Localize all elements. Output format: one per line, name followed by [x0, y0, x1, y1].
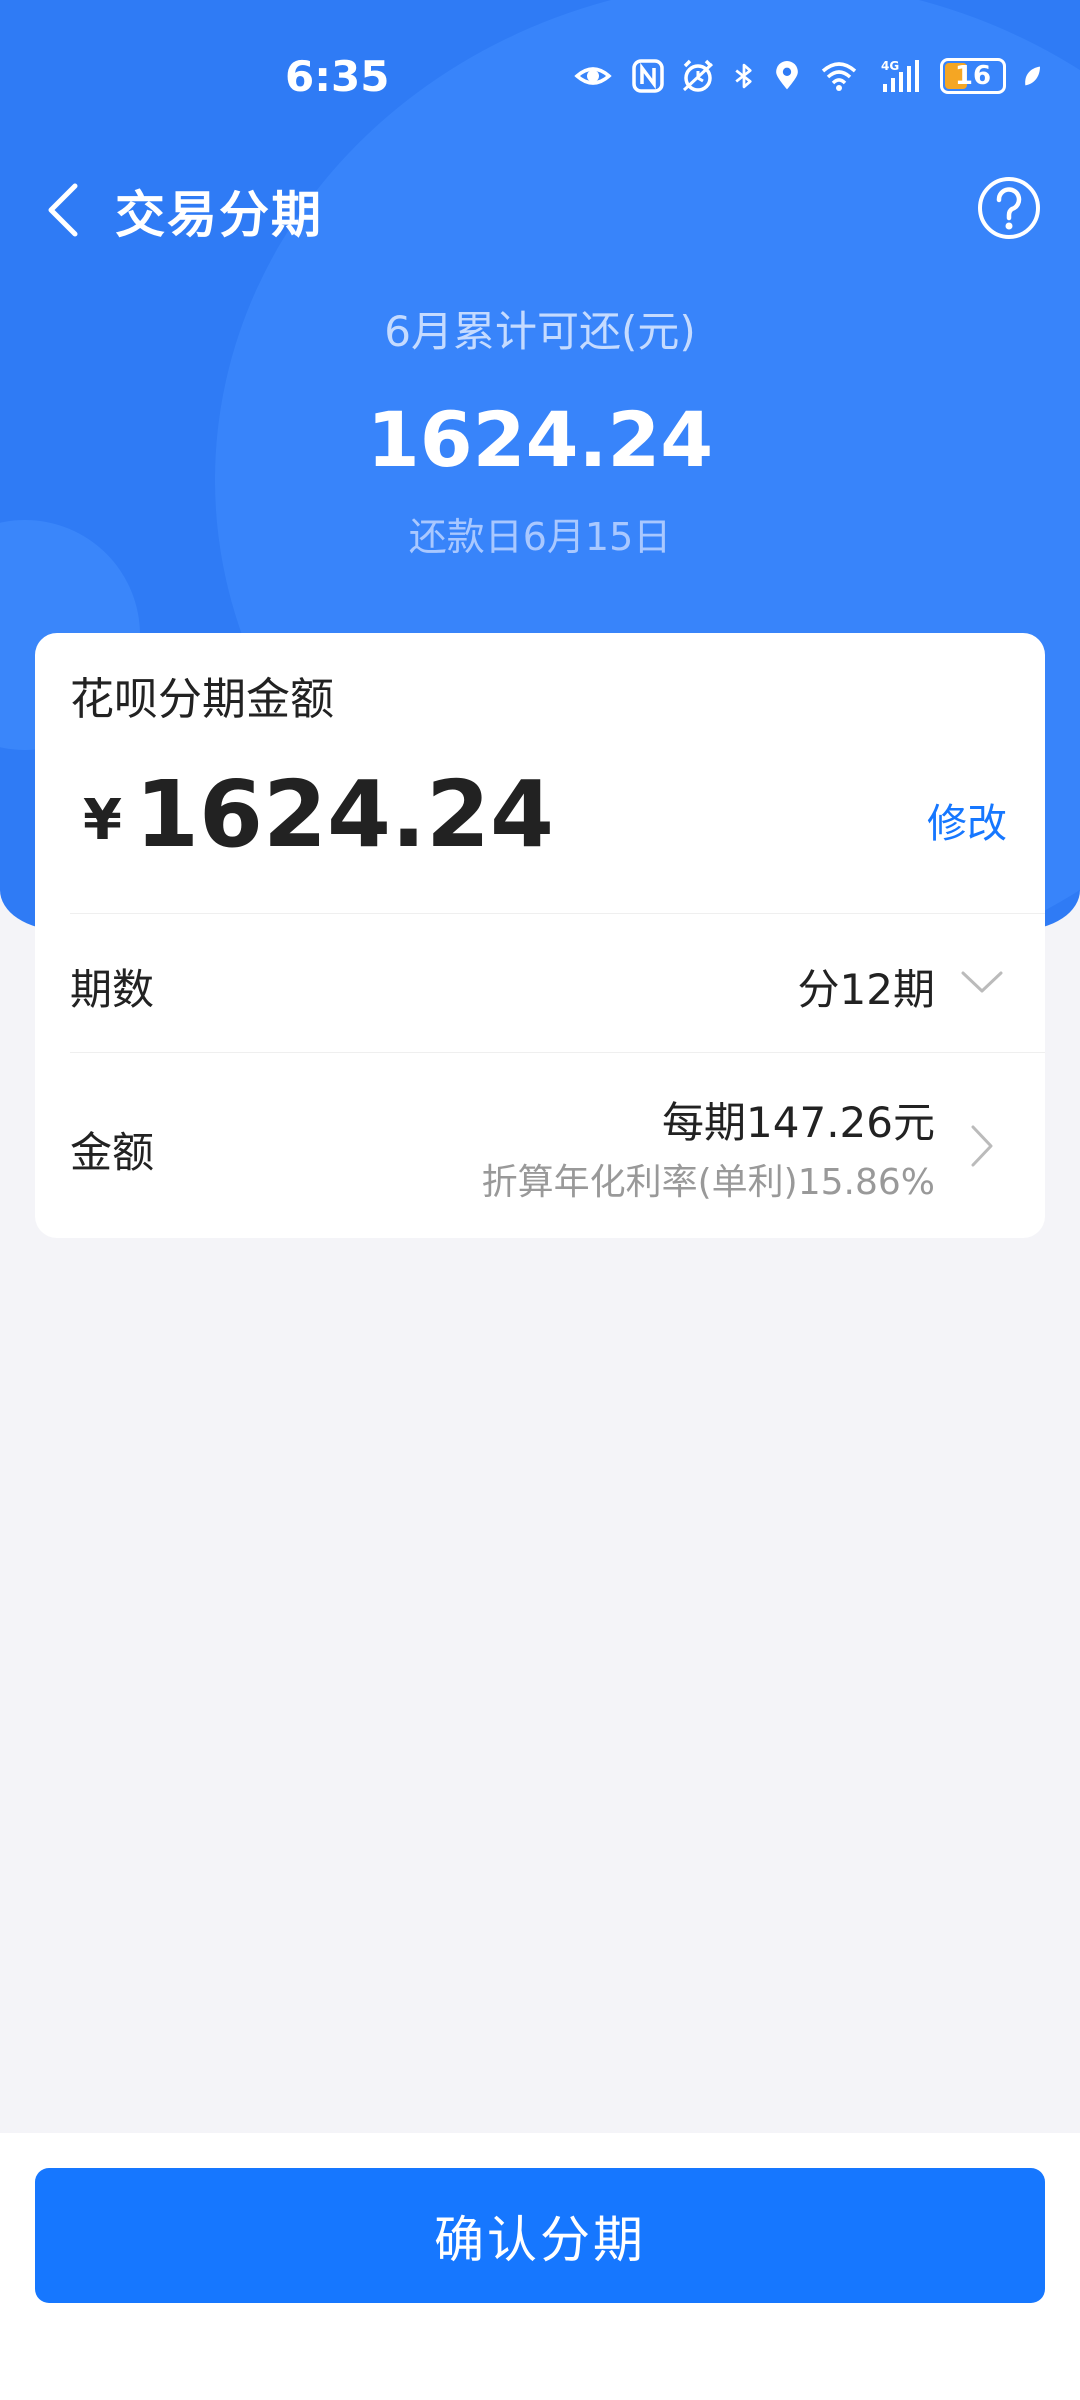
battery-level: 16 [954, 61, 992, 91]
status-bar: 6:35 4G 16 [0, 40, 1080, 120]
bottom-bar: 确认分期 [0, 2133, 1080, 2400]
status-icons: 4G 16 [570, 58, 1044, 94]
page: 6:35 4G 16 交易分期 6月累计可还(元) 1624.24 还款日6月1… [0, 0, 1080, 2400]
summary-label: 6月累计可还(元) [384, 307, 696, 356]
periods-value: 分12期 [797, 965, 935, 1014]
status-time: 6:35 [285, 52, 390, 101]
help-icon[interactable] [976, 175, 1042, 241]
installment-amount: 1624.24 [135, 761, 555, 868]
wifi-icon [821, 62, 857, 91]
amount-label: 金额 [70, 1128, 155, 1177]
chevron-left-icon [48, 183, 78, 237]
alarm-icon [682, 59, 714, 92]
confirm-installment-button[interactable]: 确认分期 [35, 2168, 1045, 2303]
periods-row[interactable]: 期数 分12期 [35, 914, 1045, 1052]
back-button[interactable] [30, 175, 100, 245]
page-title: 交易分期 [115, 186, 323, 244]
bluetooth-icon [735, 63, 752, 89]
nfc-icon [632, 59, 664, 93]
edit-amount-button[interactable]: 修改 [927, 791, 1007, 849]
svg-text:4G: 4G [881, 59, 899, 73]
card-title: 花呗分期金额 [70, 674, 334, 725]
nav-bar: 交易分期 [0, 165, 1080, 255]
signal-icon: 4G [881, 59, 919, 92]
due-date: 还款日6月15日 [408, 515, 672, 559]
battery-icon: 16 [940, 58, 1006, 94]
periods-label: 期数 [70, 965, 155, 1014]
annual-rate-note: 折算年化利率(单利)15.86% [481, 1162, 935, 1203]
per-period-amount: 每期147.26元 [662, 1098, 935, 1147]
chevron-right-icon [971, 1125, 993, 1167]
chevron-down-icon [961, 971, 1003, 993]
amount-row[interactable]: 金额 每期147.26元 折算年化利率(单利)15.86% [35, 1053, 1045, 1238]
eye-icon [574, 67, 612, 85]
summary-amount: 1624.24 [366, 395, 714, 484]
location-icon [776, 61, 798, 90]
installment-card: 花呗分期金额 ¥ 1624.24 修改 期数 分12期 金额 每期147.26元… [35, 633, 1045, 1238]
currency-symbol: ¥ [83, 788, 122, 853]
leaf-icon [1025, 66, 1040, 86]
